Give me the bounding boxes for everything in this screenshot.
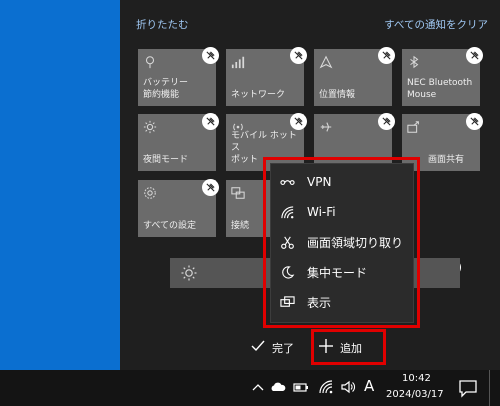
network-icon bbox=[231, 55, 249, 71]
unpin-mobile-hotspot-icon[interactable] bbox=[290, 113, 307, 130]
unpin-network-icon[interactable] bbox=[290, 47, 307, 64]
unpin-settings-icon[interactable] bbox=[202, 179, 219, 196]
tile-label: 位置情報 bbox=[319, 90, 356, 100]
checkmark-icon bbox=[250, 338, 266, 358]
unpin-battery-saver-icon[interactable] bbox=[202, 47, 219, 64]
tile-label: ネットワーク bbox=[231, 90, 286, 100]
airplane-mode-icon bbox=[319, 120, 337, 136]
wifi-tray-icon[interactable] bbox=[318, 379, 334, 395]
connect-icon bbox=[231, 186, 249, 202]
collapse-link[interactable]: 折りたたむ bbox=[136, 17, 189, 32]
location-icon bbox=[319, 55, 337, 71]
unpin-night-light-icon[interactable] bbox=[202, 113, 219, 130]
screen-share-icon bbox=[407, 120, 425, 136]
onedrive-cloud-icon[interactable] bbox=[270, 379, 286, 395]
done-label: 完了 bbox=[272, 342, 294, 355]
tile-label: 夜間モード bbox=[143, 155, 189, 165]
desktop-background bbox=[0, 0, 120, 370]
brightness-sun-icon bbox=[180, 264, 198, 282]
unpin-bluetooth-icon[interactable] bbox=[466, 47, 483, 64]
tile-label: すべての設定 bbox=[143, 221, 197, 231]
bluetooth-icon bbox=[407, 55, 425, 71]
add-button-highlight-box bbox=[311, 329, 386, 365]
tile-label: バッテリー 節約機能 bbox=[143, 78, 189, 100]
night-light-icon bbox=[143, 120, 161, 136]
volume-icon[interactable] bbox=[340, 379, 356, 395]
tile-label: 画面共有 bbox=[428, 155, 465, 165]
unpin-screen-share-icon[interactable] bbox=[466, 113, 483, 130]
notification-center-icon[interactable] bbox=[458, 378, 478, 398]
unpin-location-icon[interactable] bbox=[378, 47, 395, 64]
clear-all-notifications-link[interactable]: すべての通知をクリア bbox=[384, 17, 488, 32]
show-desktop-button[interactable] bbox=[489, 370, 493, 406]
taskbar: A 10:42 2024/03/17 bbox=[0, 370, 500, 406]
battery-icon[interactable] bbox=[293, 379, 309, 395]
battery-saver-icon bbox=[143, 55, 161, 71]
settings-icon bbox=[143, 186, 161, 202]
chevron-up-icon[interactable] bbox=[250, 379, 266, 395]
clock-time[interactable]: 10:42 bbox=[402, 373, 431, 384]
done-button[interactable]: 完了 bbox=[250, 336, 294, 360]
tile-label: NEC Bluetooth Mouse bbox=[407, 78, 473, 100]
clock-date[interactable]: 2024/03/17 bbox=[386, 389, 444, 400]
unpin-airplane-mode-icon[interactable] bbox=[378, 113, 395, 130]
ime-indicator[interactable]: A bbox=[364, 377, 374, 395]
menu-highlight-box bbox=[263, 157, 420, 328]
